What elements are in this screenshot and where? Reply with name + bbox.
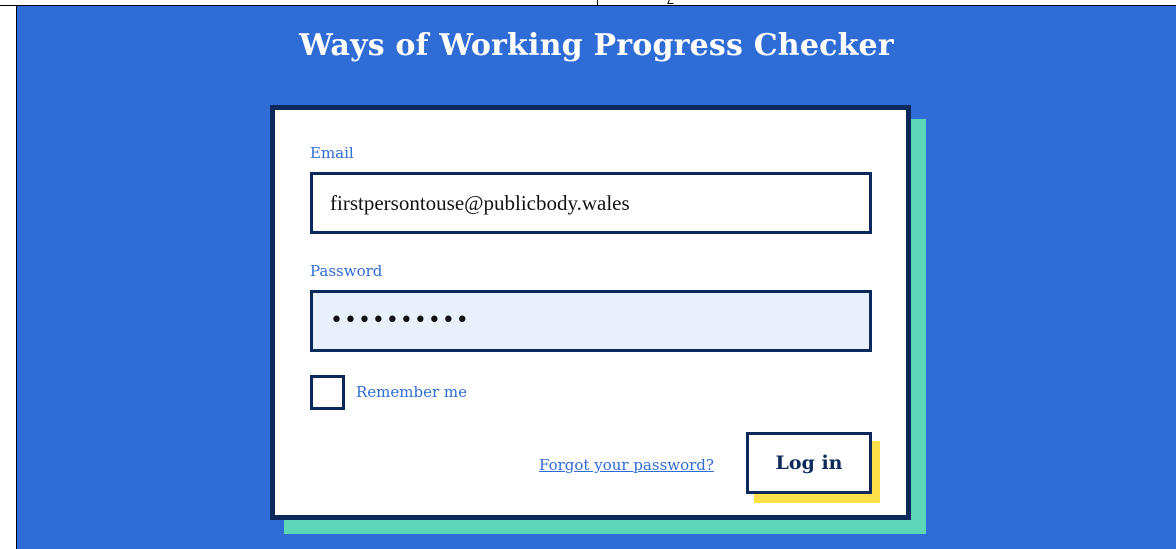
email-label: Email <box>310 144 354 162</box>
login-card: Email firstpersontouse@publicbody.wales … <box>270 105 911 520</box>
remember-me-checkbox[interactable] <box>310 375 345 410</box>
forgot-password-link[interactable]: Forgot your password? <box>539 456 714 474</box>
password-field[interactable]: •••••••••• <box>310 290 872 352</box>
page-background: Ways of Working Progress Checker Email f… <box>17 6 1176 549</box>
remember-me-label[interactable]: Remember me <box>356 383 467 401</box>
password-label: Password <box>310 262 383 280</box>
left-frame-line <box>0 6 17 549</box>
login-button[interactable]: Log in <box>746 432 872 494</box>
page-title: Ways of Working Progress Checker <box>299 28 894 63</box>
email-field[interactable]: firstpersontouse@publicbody.wales <box>310 172 872 234</box>
